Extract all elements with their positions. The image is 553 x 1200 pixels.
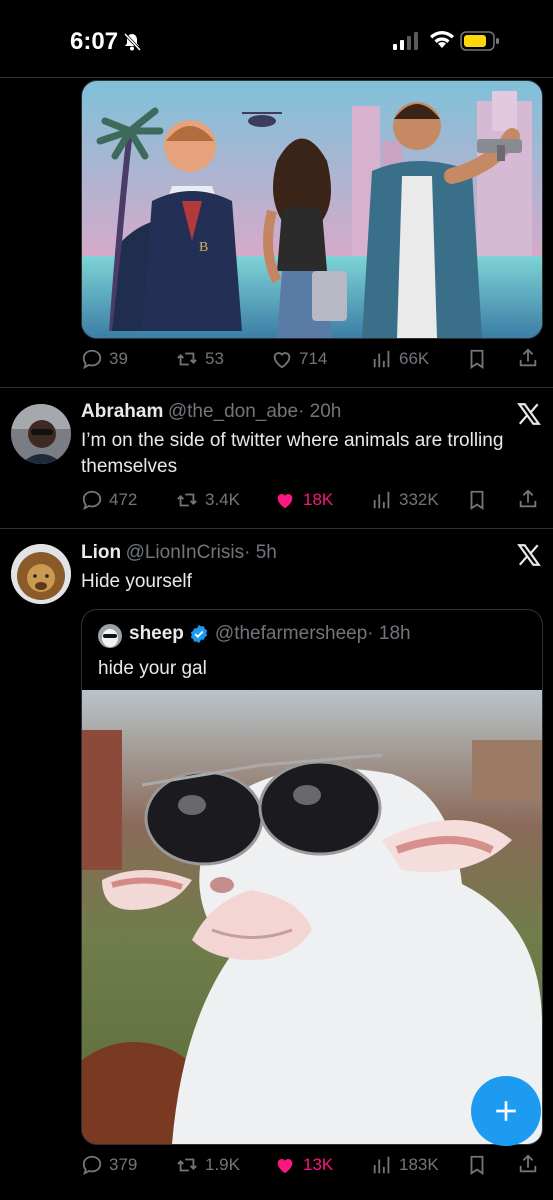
like-count: 18K xyxy=(303,490,334,509)
tweet-time[interactable]: · 5h xyxy=(244,542,277,563)
retweet-button[interactable]: 3.4K xyxy=(175,489,240,511)
reply-icon xyxy=(82,490,102,511)
avatar xyxy=(98,624,122,648)
signal-icon xyxy=(393,32,418,50)
tweet-time[interactable]: · 20h xyxy=(298,401,341,422)
like-button[interactable]: 18K xyxy=(273,489,333,511)
heart-icon xyxy=(277,1159,293,1174)
quoted-media-image[interactable] xyxy=(82,690,542,1144)
tweet-media-image[interactable]: B xyxy=(81,80,543,339)
game-artwork-illustration: B xyxy=(82,81,542,338)
retweet-icon xyxy=(177,493,197,507)
author-name[interactable]: Lion xyxy=(81,542,121,563)
avatar[interactable] xyxy=(11,544,71,604)
svg-text:B: B xyxy=(199,240,208,255)
retweet-count: 1.9K xyxy=(205,1155,240,1174)
x-logo-icon xyxy=(517,403,541,425)
quoted-tweet-time: · 18h xyxy=(367,623,411,644)
bell-slash-icon xyxy=(123,32,142,52)
view-count: 66K xyxy=(399,349,430,368)
heart-icon xyxy=(277,494,293,509)
like-button[interactable]: 714 xyxy=(271,348,327,370)
bookmark-icon[interactable] xyxy=(466,348,488,370)
retweet-button[interactable]: 1.9K xyxy=(175,1154,240,1176)
views-icon xyxy=(373,1156,390,1174)
compose-plus-icon xyxy=(496,1101,516,1121)
reply-count: 379 xyxy=(109,1155,138,1174)
reply-count: 472 xyxy=(109,490,138,509)
quoted-author-name: sheep xyxy=(129,623,184,644)
divider xyxy=(0,528,553,529)
battery-icon xyxy=(460,31,499,51)
bookmark-icon[interactable] xyxy=(466,489,488,511)
reply-button[interactable]: 39 xyxy=(81,348,128,370)
author-handle[interactable]: @LionInCrisis xyxy=(126,542,245,563)
view-count: 332K xyxy=(399,490,439,509)
views-icon xyxy=(373,350,390,368)
divider xyxy=(0,387,553,388)
sheep-avatar xyxy=(98,624,122,648)
reply-icon xyxy=(82,349,102,370)
tweet-text: I’m on the side of twitter where animals… xyxy=(81,430,504,477)
reply-icon xyxy=(82,1155,102,1176)
like-button[interactable]: 13K xyxy=(273,1154,333,1176)
avatar[interactable] xyxy=(11,404,71,464)
avatar-photo xyxy=(11,404,71,464)
divider xyxy=(0,77,553,78)
retweet-button[interactable]: 53 xyxy=(175,348,224,370)
quoted-author-handle: @thefarmersheep xyxy=(214,623,368,644)
wifi-icon xyxy=(430,31,454,48)
reply-button[interactable]: 379 xyxy=(81,1154,137,1176)
views-button[interactable]: 183K xyxy=(371,1154,439,1176)
x-logo-icon xyxy=(517,544,541,566)
like-count: 714 xyxy=(299,349,328,368)
verified-badge-icon xyxy=(190,624,208,644)
reply-button[interactable]: 472 xyxy=(81,489,137,511)
compose-button[interactable] xyxy=(471,1076,541,1146)
views-button[interactable]: 66K xyxy=(371,348,429,370)
like-count: 13K xyxy=(303,1155,334,1174)
status-time: 6:07 xyxy=(70,28,119,55)
avatar-photo xyxy=(11,544,71,604)
retweet-icon xyxy=(177,352,197,366)
sheep-sunglasses-photo xyxy=(82,690,542,1144)
bookmark-icon[interactable] xyxy=(466,1154,488,1176)
retweet-count: 3.4K xyxy=(205,490,240,509)
heart-icon xyxy=(273,352,291,369)
tweet-text: Hide yourself xyxy=(81,571,192,592)
views-icon xyxy=(373,491,390,509)
author-handle[interactable]: @the_don_abe xyxy=(168,401,298,422)
share-icon[interactable] xyxy=(517,1153,539,1175)
reply-count: 39 xyxy=(109,349,128,368)
quoted-tweet-text: hide your gal xyxy=(98,658,207,679)
retweet-icon xyxy=(177,1158,197,1172)
view-count: 183K xyxy=(399,1155,439,1174)
author-name[interactable]: Abraham xyxy=(81,401,163,422)
retweet-count: 53 xyxy=(205,349,224,368)
share-icon[interactable] xyxy=(517,488,539,510)
views-button[interactable]: 332K xyxy=(371,489,439,511)
quoted-tweet[interactable]: sheep @thefarmersheep · 18h hide your gal xyxy=(81,609,543,1145)
share-icon[interactable] xyxy=(517,347,539,369)
